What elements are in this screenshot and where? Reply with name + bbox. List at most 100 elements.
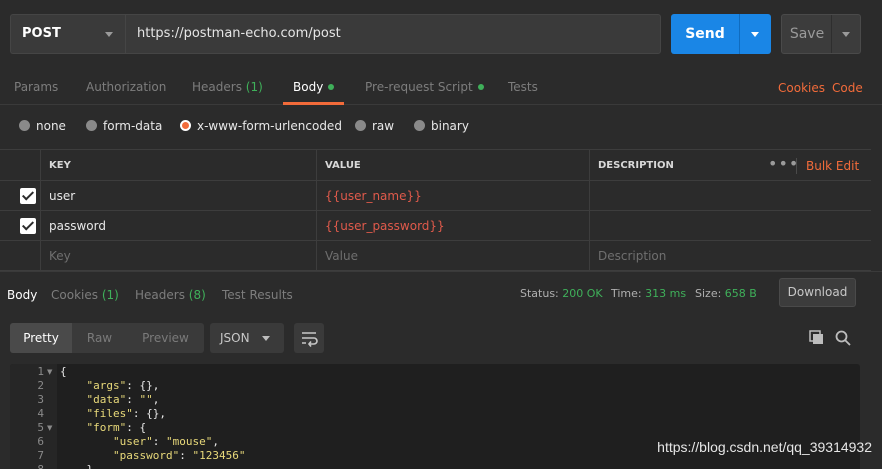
- table-row-new: Key Value Description: [0, 241, 871, 271]
- param-description-cell[interactable]: [589, 211, 871, 241]
- radio-circle-icon: [86, 120, 97, 131]
- save-options-chevron-icon[interactable]: [842, 32, 850, 37]
- param-value-cell[interactable]: {{user_password}}: [316, 211, 589, 241]
- method-label: POST: [22, 26, 61, 41]
- code-line: "password": "123456": [112, 449, 246, 462]
- table-row: user {{user_name}}: [0, 181, 871, 211]
- headers-count: (1): [245, 80, 263, 94]
- radio-x-www-form-urlencoded[interactable]: x-www-form-urlencoded: [180, 106, 342, 146]
- response-tabs: Body Cookies (1) Headers (8) Test Result…: [0, 271, 882, 315]
- url-value: https://postman-echo.com/post: [137, 26, 341, 41]
- format-select[interactable]: JSON: [210, 323, 284, 353]
- search-icon[interactable]: [834, 329, 852, 347]
- row-checkbox-icon[interactable]: [20, 218, 36, 234]
- line-number: 1: [37, 365, 44, 378]
- code-line: "form": {: [86, 421, 147, 434]
- code-line: {: [60, 365, 67, 378]
- new-key-input[interactable]: Key: [40, 241, 316, 271]
- download-button[interactable]: Download: [779, 278, 856, 307]
- fold-toggle-icon[interactable]: ▼: [47, 424, 52, 432]
- resp-headers-count: (8): [188, 288, 206, 302]
- size-value: 658 B: [724, 287, 757, 300]
- response-tab-body[interactable]: Body: [7, 272, 37, 316]
- param-value-cell[interactable]: {{user_name}}: [316, 181, 589, 211]
- tab-tests[interactable]: Tests: [508, 68, 538, 104]
- more-options-icon[interactable]: •••: [768, 150, 799, 182]
- watermark-text: https://blog.csdn.net/qq_39314932: [657, 439, 872, 455]
- wrap-lines-button[interactable]: [294, 323, 324, 353]
- line-number: 8: [10, 463, 44, 469]
- response-tab-test-results[interactable]: Test Results: [222, 272, 293, 316]
- line-number: 7: [37, 449, 44, 462]
- code-line: "data": "",: [86, 393, 160, 406]
- param-description-cell[interactable]: [589, 181, 871, 211]
- chevron-down-icon: [262, 336, 270, 341]
- body-indicator-dot-icon: [328, 84, 335, 90]
- status-info: Status: 200 OK: [520, 287, 603, 300]
- time-info: Time: 313 ms: [611, 287, 687, 300]
- url-input[interactable]: https://postman-echo.com/post: [125, 14, 661, 54]
- column-header-key: KEY: [40, 150, 316, 182]
- time-value: 313 ms: [645, 287, 687, 300]
- chevron-down-icon: [105, 32, 113, 37]
- param-key-cell[interactable]: password: [40, 211, 316, 241]
- send-button[interactable]: Send: [671, 14, 771, 54]
- radio-selected-icon: [180, 120, 191, 131]
- cookies-count: (1): [101, 288, 119, 302]
- status-value: 200 OK: [562, 287, 603, 300]
- request-tabs: Params Authorization Headers (1) Body Pr…: [0, 68, 882, 105]
- tab-pre-request-script[interactable]: Pre-request Script: [365, 68, 484, 104]
- line-number: 6: [37, 435, 44, 448]
- param-key-cell[interactable]: user: [40, 181, 316, 211]
- save-button[interactable]: Save: [781, 14, 861, 54]
- radio-binary[interactable]: binary: [414, 106, 469, 146]
- code-line: },: [60, 463, 99, 469]
- line-number: 5: [37, 421, 44, 434]
- code-line: "files": {},: [86, 407, 166, 420]
- radio-raw[interactable]: raw: [355, 106, 394, 146]
- radio-circle-icon: [414, 120, 425, 131]
- send-label: Send: [685, 26, 725, 42]
- cookies-link[interactable]: Cookies: [778, 68, 825, 104]
- response-tab-cookies[interactable]: Cookies (1): [51, 272, 119, 316]
- bulk-divider: [796, 158, 797, 174]
- new-description-input[interactable]: Description: [589, 241, 871, 271]
- send-options-chevron-icon[interactable]: [751, 32, 759, 37]
- method-select[interactable]: POST: [10, 14, 125, 54]
- active-tab-underline: [283, 102, 345, 105]
- radio-circle-icon: [355, 120, 366, 131]
- new-value-input[interactable]: Value: [316, 241, 589, 271]
- view-pretty-button[interactable]: Pretty: [10, 323, 72, 353]
- radio-form-data[interactable]: form-data: [86, 106, 162, 146]
- save-label: Save: [789, 26, 825, 42]
- radio-none[interactable]: none: [19, 106, 66, 146]
- table-row: password {{user_password}}: [0, 211, 871, 241]
- fold-toggle-icon[interactable]: ▼: [47, 368, 52, 376]
- tab-params[interactable]: Params: [14, 68, 58, 104]
- view-mode-group: Pretty Raw Preview: [10, 323, 204, 353]
- radio-circle-icon: [19, 120, 30, 131]
- row-checkbox-icon[interactable]: [20, 188, 36, 204]
- line-number: 4: [37, 407, 44, 420]
- response-tab-headers[interactable]: Headers (8): [135, 272, 206, 316]
- view-raw-button[interactable]: Raw: [72, 323, 127, 353]
- code-link[interactable]: Code: [832, 68, 863, 104]
- wrap-lines-icon: [302, 332, 318, 347]
- tab-headers[interactable]: Headers (1): [192, 68, 263, 104]
- table-header-row: KEY VALUE DESCRIPTION ••• Bulk Edit: [0, 149, 871, 182]
- line-number: 2: [37, 379, 44, 392]
- format-label: JSON: [220, 331, 250, 345]
- params-table: KEY VALUE DESCRIPTION ••• Bulk Edit user…: [0, 149, 871, 271]
- size-info: Size: 658 B: [695, 287, 757, 300]
- code-line: "user": "mouse",: [112, 435, 219, 448]
- body-type-options: none form-data x-www-form-urlencoded raw…: [0, 106, 882, 148]
- tab-authorization[interactable]: Authorization: [86, 68, 166, 104]
- copy-icon[interactable]: [808, 329, 826, 347]
- view-preview-button[interactable]: Preview: [127, 323, 204, 353]
- column-header-value: VALUE: [316, 150, 589, 182]
- tab-body[interactable]: Body: [283, 68, 345, 105]
- line-number: 3: [37, 393, 44, 406]
- send-divider: [739, 14, 740, 54]
- bulk-edit-link[interactable]: Bulk Edit: [806, 150, 859, 182]
- save-divider: [831, 15, 832, 53]
